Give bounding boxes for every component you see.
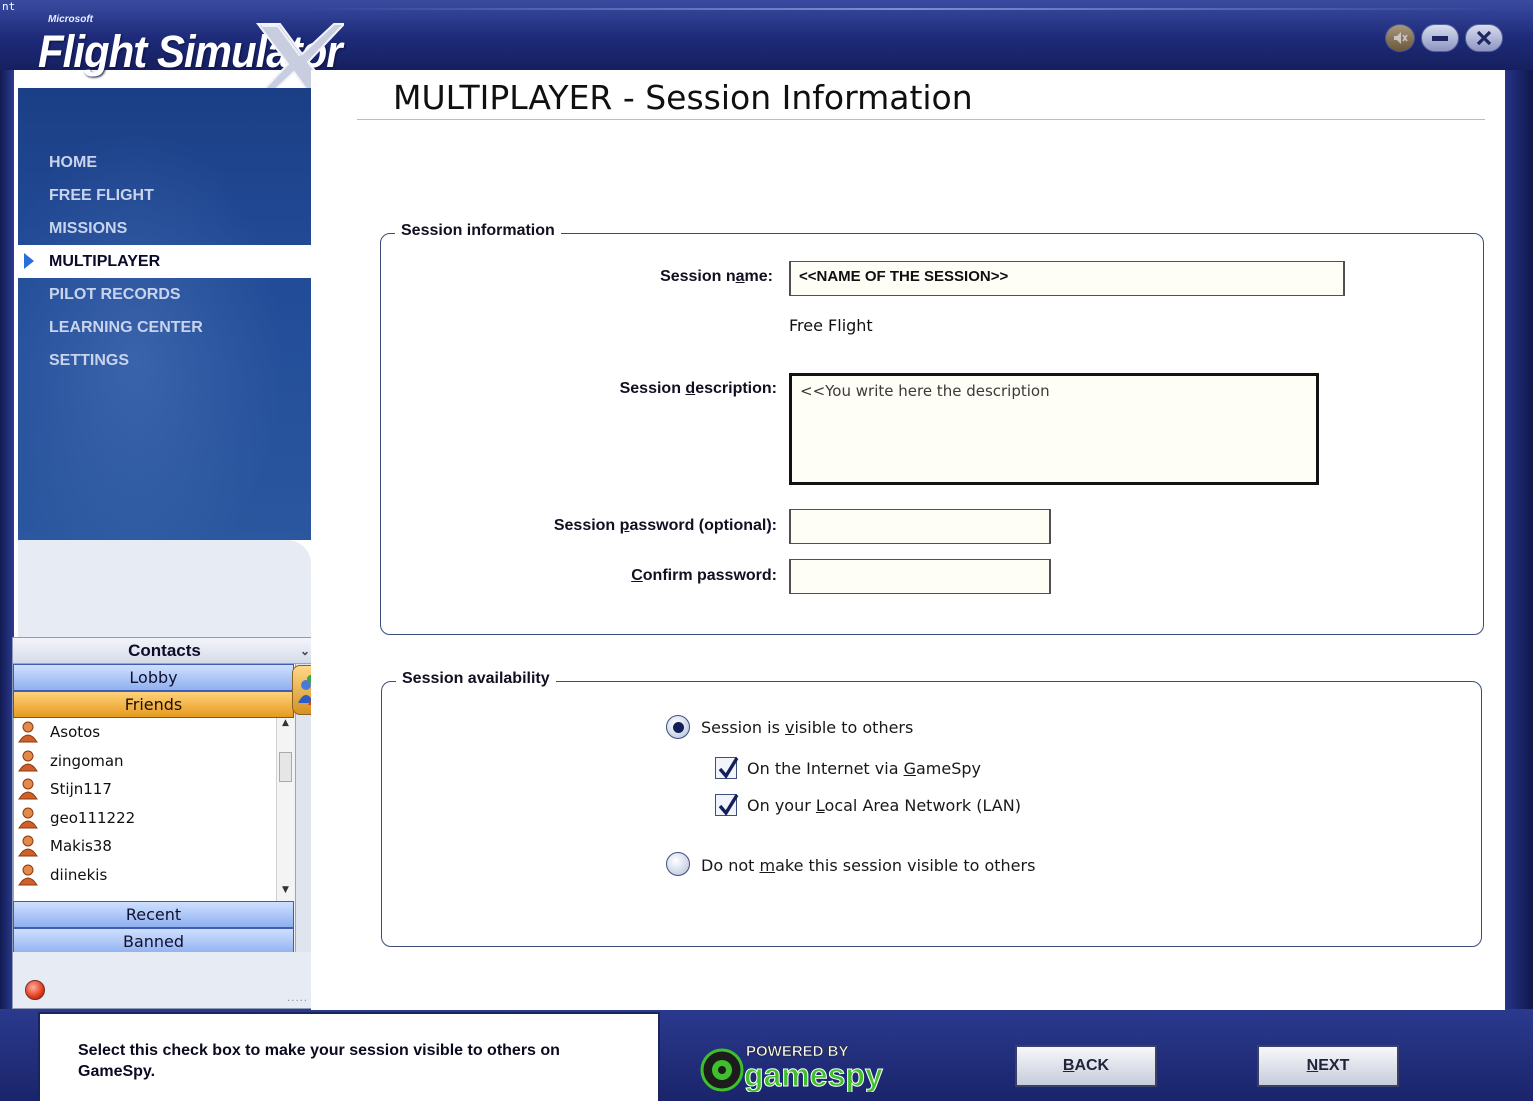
page-title: MULTIPLAYER - Session Information [393,78,973,117]
nav-lower-panel [18,540,311,638]
friend-list-scrollbar[interactable]: ▲ ▼ [276,718,294,901]
session-name-field[interactable]: <<NAME OF THE SESSION>> [789,261,1345,296]
gamespy-text: gamespy [744,1057,883,1092]
visible-radio-label[interactable]: Session is visible to others [701,718,913,737]
person-icon [14,776,42,802]
next-button[interactable]: N EXT [1257,1045,1399,1087]
gamespy-logo: POWERED BY gamespy [700,1043,883,1092]
list-item[interactable]: geo111222 [14,804,294,833]
list-item[interactable]: Asotos [14,718,294,747]
friend-name: geo111222 [50,808,136,827]
tab-lobby[interactable]: Lobby [13,664,294,691]
checkmark-icon [718,757,739,779]
session-availability-legend: Session availability [396,670,556,688]
nav-panel: HOME FREE FLIGHT MISSIONS MULTIPLAYER PI… [18,88,311,540]
nav-menu: HOME FREE FLIGHT MISSIONS MULTIPLAYER PI… [18,146,311,377]
session-information-legend: Session information [395,222,561,240]
session-password-field[interactable] [789,509,1051,544]
friend-list: Asotos zingoman Stijn117 geo111222 Makis… [13,718,294,901]
person-icon [14,862,42,888]
friend-name: Makis38 [50,837,112,856]
nav-item-missions[interactable]: MISSIONS [18,212,311,245]
nav-item-settings[interactable]: SETTINGS [18,344,311,377]
list-item[interactable]: Makis38 [14,832,294,861]
friend-name: diinekis [50,865,108,884]
tab-friends[interactable]: Friends [13,691,294,718]
corner-text: nt [2,0,16,13]
session-password-label: Session password (optional): [553,517,777,534]
scroll-down-icon[interactable]: ▼ [277,885,294,901]
scroll-up-icon[interactable]: ▲ [277,718,294,734]
friend-name: zingoman [50,751,124,770]
tab-recent[interactable]: Recent [13,901,294,928]
internet-checkbox[interactable] [715,757,739,779]
scroll-thumb[interactable] [279,752,292,782]
tab-banned[interactable]: Banned [13,928,294,955]
person-icon [14,833,42,859]
internet-checkbox-label[interactable]: On the Internet via GameSpy [747,759,981,778]
friend-name: Stijn117 [50,780,112,799]
resize-grip[interactable]: ..... [287,993,308,1004]
list-item[interactable]: diinekis [14,861,294,890]
session-name-label: Session name: [660,268,773,285]
nav-item-free-flight[interactable]: FREE FLIGHT [18,179,311,212]
title-divider [357,119,1485,120]
list-item[interactable]: zingoman [14,747,294,776]
not-visible-radio-label[interactable]: Do not make this session visible to othe… [701,856,1035,875]
main-content: MULTIPLAYER - Session Information Sessio… [311,70,1505,1010]
visible-radio[interactable] [666,715,690,739]
help-box: Select this check box to make your sessi… [38,1012,660,1101]
chevron-down-icon[interactable]: ⌄ [300,638,310,664]
list-item[interactable]: Stijn117 [14,775,294,804]
window-controls [1385,24,1503,52]
nav-item-learning-center[interactable]: LEARNING CENTER [18,311,311,344]
session-description-label: Session description: [619,380,777,397]
friend-name: Asotos [50,723,101,742]
checkmark-icon [718,794,739,816]
minimize-icon[interactable] [1421,24,1459,52]
session-mode-text: Free Flight [789,316,873,335]
session-description-field[interactable]: <<You write here the description [789,373,1319,485]
contacts-footer: ..... [13,952,316,1008]
lan-checkbox[interactable] [715,794,739,816]
confirm-password-label: Confirm password: [631,567,777,584]
close-icon[interactable] [1465,24,1503,52]
confirm-password-field[interactable] [789,559,1051,594]
contacts-title: Contacts [128,641,201,660]
person-icon [14,805,42,831]
nav-item-pilot-records[interactable]: PILOT RECORDS [18,278,311,311]
not-visible-radio[interactable] [666,852,690,876]
contacts-header[interactable]: Contacts ⌄ [13,638,316,664]
window-frame-right [1505,0,1533,1101]
lan-checkbox-label[interactable]: On your Local Area Network (LAN) [747,796,1021,815]
nav-item-home[interactable]: HOME [18,146,311,179]
back-button[interactable]: B ACK [1015,1045,1157,1087]
person-icon [14,748,42,774]
contacts-panel: Contacts ⌄ Lobby Friends Asotos zingoman… [12,637,317,1009]
mute-sound-icon[interactable] [1385,24,1415,52]
logo-brand: Microsoft [48,14,93,25]
person-icon [14,719,42,745]
online-status-icon[interactable] [25,980,45,1000]
nav-item-multiplayer[interactable]: MULTIPLAYER [18,245,311,278]
help-text: Select this check box to make your sessi… [78,1042,560,1080]
